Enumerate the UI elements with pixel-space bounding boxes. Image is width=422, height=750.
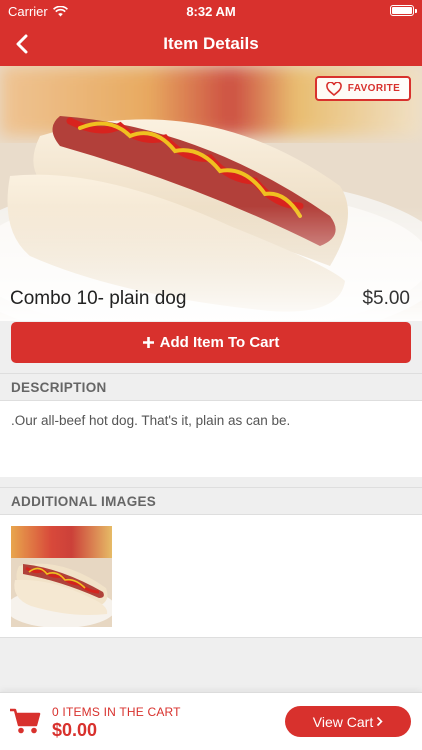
cart-footer: 0 ITEMS IN THE CART $0.00 View Cart — [0, 692, 422, 750]
hot-dog-photo — [0, 66, 422, 321]
status-time: 8:32 AM — [186, 4, 236, 19]
battery-icon — [390, 5, 417, 16]
additional-images-header: ADDITIONAL IMAGES — [0, 487, 422, 515]
add-to-cart-label: Add Item To Cart — [159, 334, 280, 351]
shopping-cart-icon — [10, 708, 41, 734]
nav-bar: Item Details — [0, 22, 422, 66]
cart-item-count: 0 ITEMS IN THE CART — [52, 705, 181, 719]
product-hero-image: FAVORITE — [0, 66, 422, 321]
heart-icon — [325, 81, 342, 96]
plus-icon — [142, 337, 154, 348]
cart-total: $0.00 — [52, 720, 98, 740]
description-text: .Our all-beef hot dog. That's it, plain … — [11, 413, 291, 428]
add-to-cart-button[interactable]: Add Item To Cart — [11, 322, 411, 363]
product-price: $5.00 — [362, 288, 410, 309]
favorite-button[interactable]: FAVORITE — [315, 76, 411, 101]
chevron-right-icon — [377, 716, 383, 727]
favorite-label: FAVORITE — [347, 83, 401, 94]
status-bar: Carrier 8:32 AM — [0, 0, 422, 22]
page-title: Item Details — [163, 34, 259, 53]
view-cart-label: View Cart — [312, 713, 374, 730]
additional-images-list — [0, 515, 422, 638]
view-cart-button[interactable]: View Cart — [285, 706, 411, 737]
hot-dog-thumbnail-photo — [11, 526, 112, 627]
additional-image-thumbnail[interactable] — [11, 526, 112, 627]
description-body: .Our all-beef hot dog. That's it, plain … — [0, 401, 422, 477]
product-name: Combo 10- plain dog — [10, 288, 187, 309]
description-header: DESCRIPTION — [0, 373, 422, 401]
